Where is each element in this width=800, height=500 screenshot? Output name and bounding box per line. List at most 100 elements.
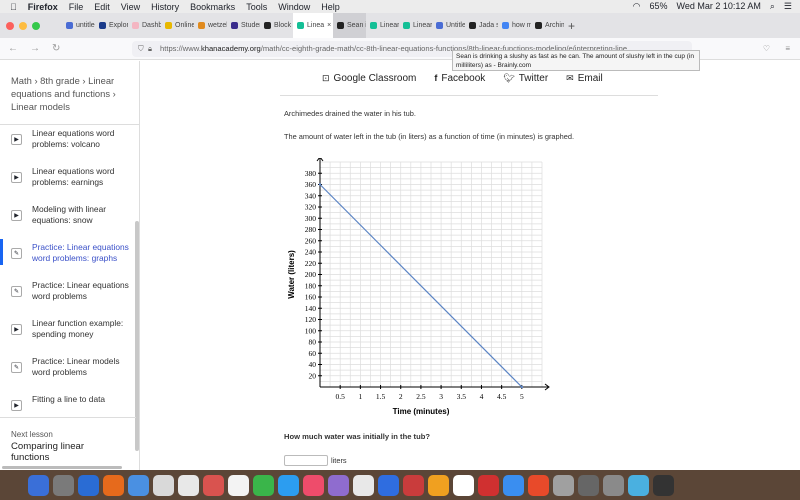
email-button[interactable]: ✉ Email: [566, 73, 603, 84]
sidebar-item[interactable]: ▶ Linear equations word problems: earning…: [0, 165, 136, 203]
dock-app-icon[interactable]: [528, 474, 549, 496]
search-icon[interactable]: ⌕: [770, 1, 775, 12]
tab[interactable]: Linear: [399, 13, 432, 38]
sidebar-item[interactable]: ✎ Practice: Linear equations word problem…: [0, 239, 136, 279]
menu-tools[interactable]: Tools: [246, 2, 267, 12]
x-tick-label: 1: [358, 392, 362, 401]
new-tab-button[interactable]: +: [568, 19, 575, 33]
tab[interactable]: Student: [227, 13, 260, 38]
dock-app-icon[interactable]: [503, 474, 524, 496]
tab[interactable]: Linea ×: [293, 13, 333, 38]
sidebar-item[interactable]: ▶ Modeling with linear equations: snow: [0, 203, 136, 241]
shield-icon: ⛉: [138, 43, 144, 53]
dock-app-icon[interactable]: [53, 474, 74, 496]
menu-view[interactable]: View: [121, 2, 140, 12]
tab-bar: untitled Explore Dashbo Online wetzel Student…: [0, 13, 800, 38]
tab-label: untitled: [76, 22, 95, 29]
forward-icon[interactable]: →: [30, 43, 40, 54]
app-menu-icon[interactable]: ≡: [785, 44, 790, 53]
zoom-window-button[interactable]: [32, 21, 40, 30]
y-tick-label: 100: [305, 326, 317, 335]
sidebar-item[interactable]: ✎ Practice: Linear models word problems: [0, 355, 136, 393]
battery-status[interactable]: 65%: [649, 1, 667, 12]
dock-app-icon[interactable]: [78, 474, 99, 496]
dock-app-icon[interactable]: [303, 474, 324, 496]
breadcrumb[interactable]: Math › 8th grade › Linear equations and …: [0, 61, 139, 125]
menu-window[interactable]: Window: [278, 2, 310, 12]
dock-app-icon[interactable]: [628, 474, 649, 496]
sidebar-item[interactable]: ✎ Practice: Linear equations word problem…: [0, 279, 136, 317]
minimize-window-button[interactable]: [19, 21, 27, 30]
dock-app-icon[interactable]: [178, 474, 199, 496]
sidebar-item[interactable]: ▶ Linear equations word problems: volcano: [0, 127, 136, 165]
pencil-icon: ✎: [11, 248, 22, 259]
answer-input[interactable]: [284, 455, 328, 466]
close-window-button[interactable]: [6, 21, 14, 30]
y-tick-label: 280: [305, 225, 317, 234]
question: How much water was initially in the tub?: [284, 432, 430, 441]
google-classroom-button[interactable]: ⊡ Google Classroom: [322, 73, 416, 84]
dock-app-icon[interactable]: [28, 474, 49, 496]
menu-history[interactable]: History: [151, 2, 179, 12]
y-tick-label: 80: [309, 338, 317, 347]
control-center-icon[interactable]: ☰: [784, 1, 792, 12]
facebook-button[interactable]: f Facebook: [434, 73, 485, 84]
menu-bookmarks[interactable]: Bookmarks: [190, 2, 235, 12]
reload-icon[interactable]: ↻: [52, 43, 60, 54]
tab-label: Linear g: [380, 22, 399, 29]
dock-app-icon[interactable]: [278, 474, 299, 496]
dock-app-icon[interactable]: [153, 474, 174, 496]
tab[interactable]: Archime: [531, 13, 564, 38]
dock-app-icon[interactable]: [428, 474, 449, 496]
dock-app-icon[interactable]: [203, 474, 224, 496]
tab[interactable]: untitled: [62, 13, 95, 38]
x-tick-label: 0.5: [335, 392, 345, 401]
twitter-label: Twitter: [518, 73, 549, 84]
next-lesson-title[interactable]: Comparing linear functions: [11, 441, 125, 463]
x-tick-label: 4.5: [497, 392, 507, 401]
y-tick-label: 200: [305, 270, 317, 279]
pencil-icon: ✎: [11, 362, 22, 373]
menu-app[interactable]: Firefox: [28, 2, 58, 12]
dock-app-icon[interactable]: [328, 474, 349, 496]
dock-app-icon[interactable]: [378, 474, 399, 496]
tab[interactable]: Jada sel: [465, 13, 498, 38]
wifi-icon[interactable]: ◠: [633, 1, 641, 12]
apple-icon[interactable]: : [10, 2, 17, 12]
menu-help[interactable]: Help: [321, 2, 340, 12]
menu-edit[interactable]: Edit: [94, 2, 110, 12]
sidebar-item-label: Practice: Linear models word problems: [32, 356, 120, 377]
clock[interactable]: Wed Mar 2 10:12 AM: [677, 1, 761, 12]
dock-app-icon[interactable]: [228, 474, 249, 496]
tab[interactable]: Block 6: [260, 13, 293, 38]
twitter-button[interactable]: 🐦︎ Twitter: [503, 73, 548, 84]
tab[interactable]: Online: [161, 13, 194, 38]
tab[interactable]: Explore: [95, 13, 128, 38]
horizontal-scrollbar[interactable]: [2, 466, 122, 469]
tab[interactable]: wetzel: [194, 13, 227, 38]
tab[interactable]: how mu: [498, 13, 531, 38]
tab-label: Block 6: [274, 22, 293, 29]
dock-app-icon[interactable]: [103, 474, 124, 496]
tab[interactable]: Untitled: [432, 13, 465, 38]
tab[interactable]: Linear g: [366, 13, 399, 38]
tab[interactable]: Dashbo: [128, 13, 161, 38]
dock-app-icon[interactable]: [578, 474, 599, 496]
pocket-icon[interactable]: ♡: [763, 44, 770, 53]
tab[interactable]: Sean is: [333, 13, 366, 38]
window-controls: [6, 21, 40, 30]
menu-file[interactable]: File: [69, 2, 84, 12]
dock-app-icon[interactable]: [453, 474, 474, 496]
dock-app-icon[interactable]: [653, 474, 674, 496]
back-icon[interactable]: ←: [8, 43, 18, 54]
dock-app-icon[interactable]: [553, 474, 574, 496]
dock-app-icon[interactable]: [403, 474, 424, 496]
dock-app-icon[interactable]: [253, 474, 274, 496]
sidebar-item[interactable]: ▶ Linear function example: spending money: [0, 317, 136, 355]
dock-app-icon[interactable]: [603, 474, 624, 496]
dock-app-icon[interactable]: [353, 474, 374, 496]
dock-app-icon[interactable]: [478, 474, 499, 496]
close-tab-icon[interactable]: ×: [327, 22, 331, 29]
dock-app-icon[interactable]: [128, 474, 149, 496]
y-tick-label: 260: [305, 236, 317, 245]
